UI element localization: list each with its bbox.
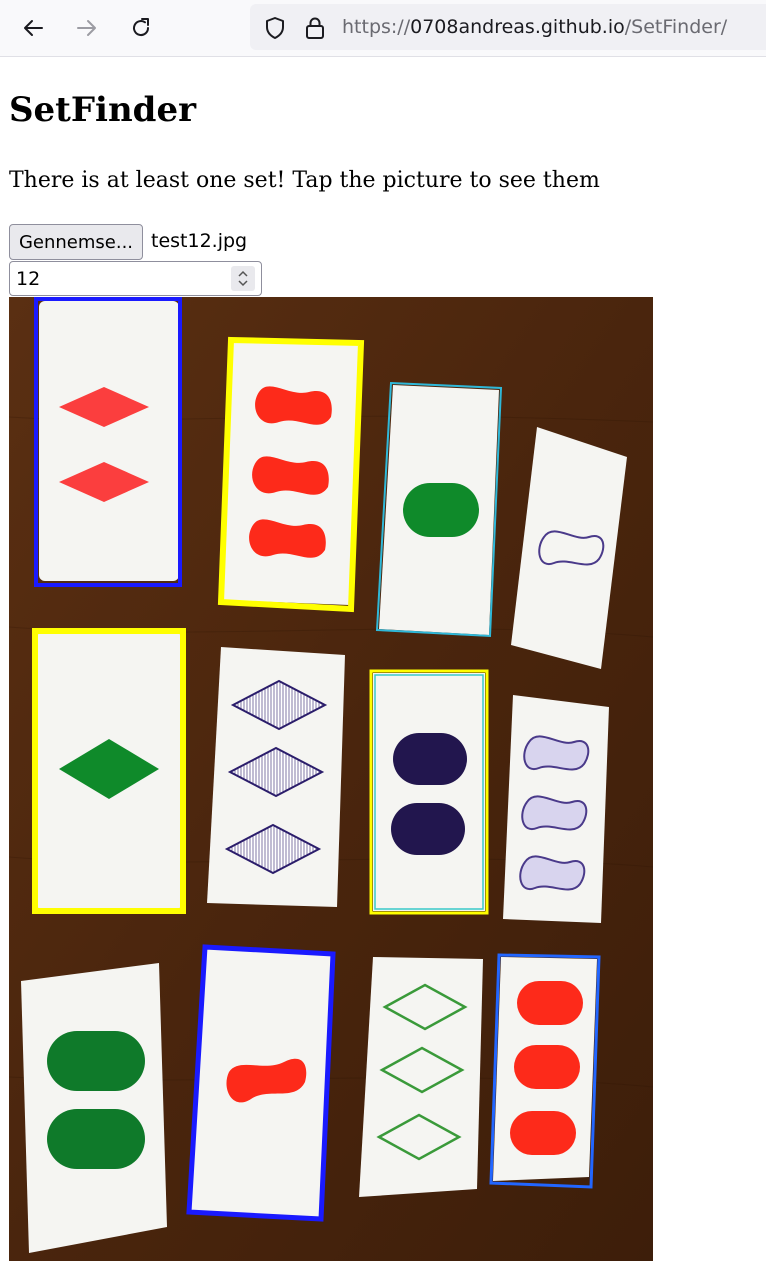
browser-toolbar: https://0708andreas.github.io/SetFinder/: [0, 0, 766, 57]
spinner-arrows-icon[interactable]: [231, 266, 255, 291]
card-r2c2: [207, 647, 345, 907]
shield-icon[interactable]: [264, 16, 286, 40]
address-bar[interactable]: https://0708andreas.github.io/SetFinder/: [250, 4, 766, 50]
url-path: /SetFinder/: [624, 16, 728, 38]
card-r3c2: [186, 944, 336, 1222]
reload-button[interactable]: [121, 8, 161, 48]
card-r2c1: [32, 628, 186, 914]
url-scheme: https://: [342, 16, 411, 38]
forward-button[interactable]: [67, 8, 107, 48]
reload-icon: [133, 18, 150, 37]
lock-icon[interactable]: [304, 16, 326, 40]
forward-arrow-icon: [77, 20, 96, 36]
page-title: SetFinder: [9, 90, 196, 130]
back-arrow-icon: [24, 20, 43, 36]
card-r1c3: [375, 381, 503, 638]
card-r1c2: [217, 336, 365, 613]
url-text[interactable]: https://0708andreas.github.io/SetFinder/: [342, 16, 727, 38]
selected-file-name: test12.jpg: [151, 230, 248, 252]
card-r3c3: [359, 957, 483, 1197]
back-button[interactable]: [13, 8, 53, 48]
card-count-input[interactable]: 12: [9, 261, 262, 296]
card-count-value: 12: [16, 268, 41, 290]
card-r2c4: [503, 695, 609, 923]
card-r2c3: [369, 669, 489, 915]
card-r1c1: [34, 297, 182, 587]
card-r3c1: [21, 963, 167, 1253]
status-message: There is at least one set! Tap the pictu…: [9, 168, 600, 193]
number-spinner[interactable]: [231, 266, 255, 291]
card-r3c4: [489, 953, 601, 1189]
set-cards-photo[interactable]: [9, 297, 653, 1261]
url-host: 0708andreas.github.io: [410, 16, 625, 38]
browse-file-button[interactable]: Gennemse...: [9, 224, 143, 260]
